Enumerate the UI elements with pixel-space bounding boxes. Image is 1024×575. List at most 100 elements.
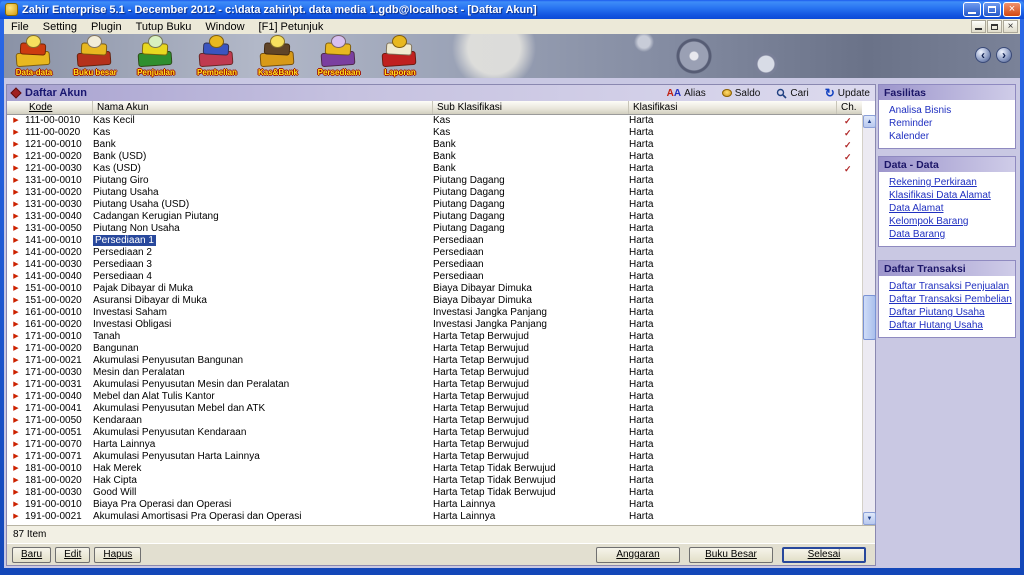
- scroll-down-button[interactable]: ▼: [863, 512, 876, 525]
- cell-sub-klasifikasi: Harta Tetap Berwujud: [433, 439, 629, 451]
- menu-item-plugin[interactable]: Plugin: [84, 21, 129, 33]
- minimize-icon: [968, 8, 976, 14]
- mdi-restore-button[interactable]: [987, 20, 1002, 33]
- close-button[interactable]: ×: [1003, 2, 1021, 17]
- baru-button[interactable]: Baru: [12, 547, 51, 563]
- table-row[interactable]: ▶181-00-0010Hak MerekHarta Tetap Tidak B…: [7, 463, 862, 475]
- sidebar-link-data-barang[interactable]: Data Barang: [879, 228, 1015, 241]
- sidebar-link-klasifikasi-data-alamat[interactable]: Klasifikasi Data Alamat: [879, 189, 1015, 202]
- workspace: Daftar Akun AAAliasSaldoCari↻Update Kode…: [4, 78, 1020, 568]
- edit-button[interactable]: Edit: [55, 547, 90, 563]
- table-row[interactable]: ▶131-00-0040Cadangan Kerugian PiutangPiu…: [7, 211, 862, 223]
- nav-back-button[interactable]: ‹: [975, 47, 991, 63]
- sidebar-link-kalender[interactable]: Kalender: [879, 130, 1015, 143]
- scrollbar-thumb[interactable]: [863, 295, 876, 340]
- table-row[interactable]: ▶171-00-0031Akumulasi Penyusutan Mesin d…: [7, 379, 862, 391]
- sidebar-link-daftar-transaksi-penjualan[interactable]: Daftar Transaksi Penjualan: [879, 280, 1015, 293]
- kas-bank-icon: [258, 35, 298, 69]
- menu-item-tutup-buku[interactable]: Tutup Buku: [129, 21, 199, 33]
- table-row[interactable]: ▶171-00-0050KendaraanHarta Tetap Berwuju…: [7, 415, 862, 427]
- sidebar-link-daftar-piutang-usaha[interactable]: Daftar Piutang Usaha: [879, 306, 1015, 319]
- table-row[interactable]: ▶171-00-0051Akumulasi Penyusutan Kendara…: [7, 427, 862, 439]
- column-kode[interactable]: Kode: [25, 101, 93, 114]
- alias-button[interactable]: AAAlias: [667, 88, 706, 99]
- table-row[interactable]: ▶191-00-0010Biaya Pra Operasi dan Operas…: [7, 499, 862, 511]
- table-row[interactable]: ▶181-00-0020Hak CiptaHarta Tetap Tidak B…: [7, 475, 862, 487]
- toolbar-button-data-data[interactable]: Data-data: [8, 35, 60, 77]
- table-row[interactable]: ▶131-00-0050Piutang Non UsahaPiutang Dag…: [7, 223, 862, 235]
- toolbar-button-label: Data-data: [6, 68, 62, 77]
- buku-besar-button[interactable]: Buku Besar: [689, 547, 773, 563]
- saldo-button[interactable]: Saldo: [722, 88, 761, 99]
- nav-forward-button[interactable]: ›: [996, 47, 1012, 63]
- table-row[interactable]: ▶121-00-0010BankBankHarta✓: [7, 139, 862, 151]
- toolbar-button-pembelian[interactable]: Pembelian: [191, 35, 243, 77]
- table-row[interactable]: ▶171-00-0071Akumulasi Penyusutan Harta L…: [7, 451, 862, 463]
- column-ch[interactable]: Ch.: [837, 101, 862, 114]
- table-row[interactable]: ▶141-00-0020Persediaan 2PersediaanHarta: [7, 247, 862, 259]
- table-row[interactable]: ▶191-00-0021Akumulasi Amortisasi Pra Ope…: [7, 511, 862, 523]
- table-row[interactable]: ▶161-00-0010Investasi SahamInvestasi Jan…: [7, 307, 862, 319]
- table-row[interactable]: ▶111-00-0010Kas KecilKasHarta✓: [7, 115, 862, 127]
- toolbar-button-kas-bank[interactable]: Kas&Bank: [252, 35, 304, 77]
- toolbar-button-persediaan[interactable]: Persediaan: [313, 35, 365, 77]
- table-row[interactable]: ▶151-00-0020Asuransi Dibayar di MukaBiay…: [7, 295, 862, 307]
- mdi-close-icon: ×: [1008, 21, 1014, 32]
- maximize-icon: [988, 6, 996, 13]
- toolbar-button-buku-besar[interactable]: Buku besar: [69, 35, 121, 77]
- table-row[interactable]: ▶121-00-0020Bank (USD)BankHarta✓: [7, 151, 862, 163]
- table-row[interactable]: ▶131-00-0030Piutang Usaha (USD)Piutang D…: [7, 199, 862, 211]
- menu-item-file[interactable]: File: [4, 21, 36, 33]
- table-row[interactable]: ▶181-00-0030Good WillHarta Tetap Tidak B…: [7, 487, 862, 499]
- table-row[interactable]: ▶171-00-0020BangunanHarta Tetap Berwujud…: [7, 343, 862, 355]
- table-row[interactable]: ▶171-00-0010TanahHarta Tetap BerwujudHar…: [7, 331, 862, 343]
- table-row[interactable]: ▶171-00-0021Akumulasi Penyusutan Banguna…: [7, 355, 862, 367]
- sidebar-link-daftar-transaksi-pembelian[interactable]: Daftar Transaksi Pembelian: [879, 293, 1015, 306]
- cell-kode: 181-00-0020: [25, 475, 93, 487]
- minimize-button[interactable]: [963, 2, 981, 17]
- menu-item-f1-petunjuk[interactable]: [F1] Petunjuk: [252, 21, 331, 33]
- sidebar-link-rekening-perkiraan[interactable]: Rekening Perkiraan: [879, 176, 1015, 189]
- table-row[interactable]: ▶141-00-0040Persediaan 4PersediaanHarta: [7, 271, 862, 283]
- sidebar-link-kelompok-barang[interactable]: Kelompok Barang: [879, 215, 1015, 228]
- table-row[interactable]: ▶141-00-0010Persediaan 1PersediaanHarta: [7, 235, 862, 247]
- vertical-scrollbar[interactable]: ▲ ▼: [862, 115, 875, 525]
- selesai-button[interactable]: Selesai: [782, 547, 866, 563]
- table-row[interactable]: ▶171-00-0041Akumulasi Penyusutan Mebel d…: [7, 403, 862, 415]
- column-klasifikasi[interactable]: Klasifikasi: [629, 101, 837, 114]
- cell-kode: 161-00-0010: [25, 307, 93, 319]
- table-row[interactable]: ▶161-00-0020Investasi ObligasiInvestasi …: [7, 319, 862, 331]
- table-row[interactable]: ▶171-00-0070Harta LainnyaHarta Tetap Ber…: [7, 439, 862, 451]
- table-row[interactable]: ▶151-00-0010Pajak Dibayar di MukaBiaya D…: [7, 283, 862, 295]
- table-row[interactable]: ▶171-00-0040Mebel dan Alat Tulis KantorH…: [7, 391, 862, 403]
- toolbar-button-laporan[interactable]: Laporan: [374, 35, 426, 77]
- sidebar-link-daftar-hutang-usaha[interactable]: Daftar Hutang Usaha: [879, 319, 1015, 332]
- table-row[interactable]: ▶131-00-0020Piutang UsahaPiutang DagangH…: [7, 187, 862, 199]
- table-row[interactable]: ▶131-00-0010Piutang GiroPiutang DagangHa…: [7, 175, 862, 187]
- cell-klasifikasi: Harta: [629, 427, 837, 439]
- table-row[interactable]: ▶171-00-0030Mesin dan PeralatanHarta Tet…: [7, 367, 862, 379]
- hapus-button[interactable]: Hapus: [94, 547, 141, 563]
- cell-klasifikasi: Harta: [629, 307, 837, 319]
- table-row[interactable]: ▶141-00-0030Persediaan 3PersediaanHarta: [7, 259, 862, 271]
- column-sub-klasifikasi[interactable]: Sub Klasifikasi: [433, 101, 629, 114]
- table-row[interactable]: ▶111-00-0020KasKasHarta✓: [7, 127, 862, 139]
- cell-nama-akun: Persediaan 1: [93, 235, 433, 247]
- toolbar-button-penjualan[interactable]: Penjualan: [130, 35, 182, 77]
- menu-item-setting[interactable]: Setting: [36, 21, 84, 33]
- cell-nama-akun: Akumulasi Penyusutan Mesin dan Peralatan: [93, 379, 433, 391]
- sidebar-link-data-alamat[interactable]: Data Alamat: [879, 202, 1015, 215]
- sidebar-link-analisa-bisnis[interactable]: Analisa Bisnis: [879, 104, 1015, 117]
- scroll-up-button[interactable]: ▲: [863, 115, 876, 128]
- cell-nama-akun: Hak Cipta: [93, 475, 433, 487]
- table-row[interactable]: ▶121-00-0030Kas (USD)BankHarta✓: [7, 163, 862, 175]
- maximize-button[interactable]: [983, 2, 1001, 17]
- menu-item-window[interactable]: Window: [198, 21, 251, 33]
- cari-button[interactable]: Cari: [776, 88, 808, 99]
- update-button[interactable]: ↻Update: [825, 87, 870, 99]
- mdi-close-button[interactable]: ×: [1003, 20, 1018, 33]
- sidebar-link-reminder[interactable]: Reminder: [879, 117, 1015, 130]
- column-nama-akun[interactable]: Nama Akun: [93, 101, 433, 114]
- anggaran-button[interactable]: Anggaran: [596, 547, 680, 563]
- mdi-minimize-button[interactable]: [971, 20, 986, 33]
